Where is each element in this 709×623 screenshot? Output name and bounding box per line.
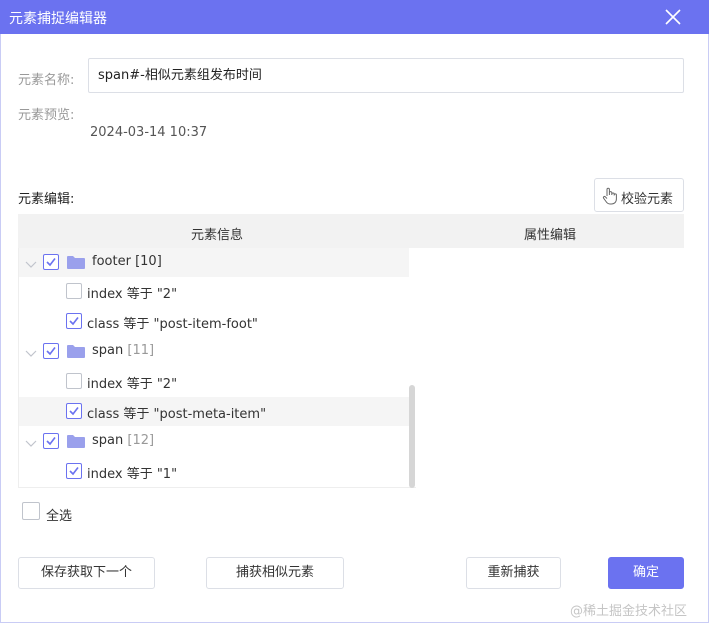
recapture-button[interactable]: 重新捕获 xyxy=(466,557,561,589)
element-name-input[interactable]: span#-相似元素组发布时间 xyxy=(88,58,684,93)
column-attribute-edit: 属性编辑 xyxy=(523,228,576,243)
attr-checkbox[interactable] xyxy=(66,403,82,419)
capture-similar-button[interactable]: 捕获相似元素 xyxy=(206,557,344,589)
node-checkbox[interactable] xyxy=(43,254,59,270)
attr-checkbox[interactable] xyxy=(66,463,82,479)
close-icon[interactable] xyxy=(660,4,686,30)
attr-label: class 等于 "post-meta-item" xyxy=(87,407,267,422)
tree-attr-footer-class[interactable]: class 等于 "post-item-foot" xyxy=(19,307,409,336)
attr-label: index 等于 "1" xyxy=(87,467,178,482)
element-name-label: 元素名称: xyxy=(18,73,75,88)
element-edit-label: 元素编辑: xyxy=(18,192,75,207)
window-title: 元素捕捉编辑器 xyxy=(9,11,107,27)
watermark: @稀土掘金技术社区 xyxy=(570,604,688,619)
chevron-down-icon[interactable] xyxy=(25,258,37,268)
attr-checkbox[interactable] xyxy=(66,373,82,389)
attr-checkbox[interactable] xyxy=(66,313,82,329)
folder-icon xyxy=(67,434,85,448)
column-element-info: 元素信息 xyxy=(190,228,243,243)
select-all-label: 全选 xyxy=(46,509,73,524)
attr-label: class 等于 "post-item-foot" xyxy=(87,317,258,332)
save-and-get-next-button[interactable]: 保存获取下一个 xyxy=(18,557,155,589)
folder-icon xyxy=(67,344,85,358)
tree-node-label: footer [10] xyxy=(92,254,162,269)
attr-label: index 等于 "2" xyxy=(87,377,178,392)
tree-node-label: span [12] xyxy=(92,433,155,448)
node-checkbox[interactable] xyxy=(43,343,59,359)
title-bar: 元素捕捉编辑器 xyxy=(0,0,709,34)
element-preview-label: 元素预览: xyxy=(18,108,75,123)
chevron-down-icon[interactable] xyxy=(25,347,37,357)
tree-scrollbar-thumb[interactable] xyxy=(409,385,415,488)
folder-icon xyxy=(67,255,85,269)
table-header: 元素信息 属性编辑 xyxy=(18,214,684,248)
confirm-button[interactable]: 确定 xyxy=(608,557,684,589)
select-all-checkbox[interactable] xyxy=(22,502,40,520)
tree-attr-span11-index[interactable]: index 等于 "2" xyxy=(19,367,409,396)
node-checkbox[interactable] xyxy=(43,433,59,449)
element-tree: footer [10] index 等于 "2" class 等于 "post-… xyxy=(18,248,416,488)
tree-attr-span11-class[interactable]: class 等于 "post-meta-item" xyxy=(19,397,409,426)
tree-node-footer[interactable]: footer [10] xyxy=(19,248,409,277)
chevron-down-icon[interactable] xyxy=(25,437,37,447)
verify-element-button[interactable]: 校验元素 xyxy=(594,178,684,212)
attr-label: index 等于 "2" xyxy=(87,287,178,302)
tree-attr-span12-index[interactable]: index 等于 "1" xyxy=(19,457,409,486)
verify-element-label: 校验元素 xyxy=(621,192,674,207)
tree-node-label: span [11] xyxy=(92,343,155,358)
element-preview-value: 2024-03-14 10:37 xyxy=(90,125,208,140)
tree-attr-footer-index[interactable]: index 等于 "2" xyxy=(19,277,409,306)
tree-node-span-12[interactable]: span [12] xyxy=(19,427,409,456)
tree-node-span-11[interactable]: span [11] xyxy=(19,337,409,366)
attr-checkbox[interactable] xyxy=(66,283,82,299)
pointer-hand-icon xyxy=(602,187,618,205)
